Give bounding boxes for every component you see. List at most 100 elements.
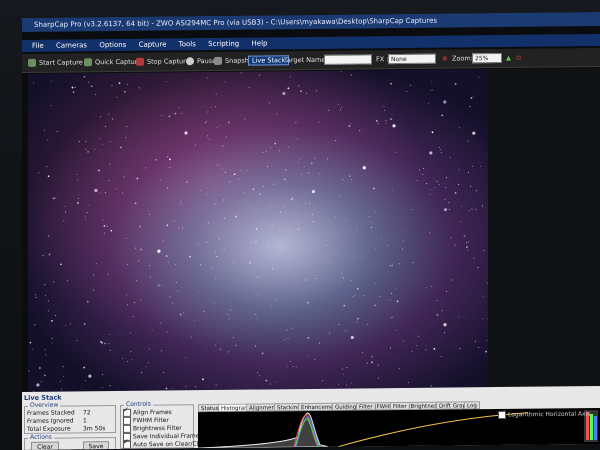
star xyxy=(256,318,258,320)
star xyxy=(207,111,209,113)
target-name-label: Target Name : xyxy=(284,55,330,65)
crosshair-icon[interactable]: ⊗ xyxy=(442,50,447,68)
star xyxy=(350,279,352,281)
star xyxy=(401,248,403,250)
star xyxy=(157,249,161,253)
star xyxy=(378,377,380,379)
star xyxy=(111,118,113,120)
menu-file[interactable]: File xyxy=(32,42,44,50)
star xyxy=(207,135,209,137)
star xyxy=(398,368,400,370)
star xyxy=(95,263,97,265)
star xyxy=(214,344,216,346)
star xyxy=(235,344,237,346)
star xyxy=(402,231,404,233)
star xyxy=(366,323,368,325)
star xyxy=(122,192,124,194)
star xyxy=(197,290,199,292)
star xyxy=(429,151,433,155)
star xyxy=(475,208,477,210)
star xyxy=(441,152,443,154)
menu-capture[interactable]: Capture xyxy=(139,40,167,48)
star xyxy=(234,215,237,218)
star xyxy=(149,265,151,267)
camera-icon xyxy=(214,56,222,65)
star xyxy=(108,343,110,345)
star xyxy=(42,255,44,257)
stop-capture-button[interactable]: Stop Capture xyxy=(136,52,190,71)
star xyxy=(175,264,177,266)
star xyxy=(383,105,385,107)
menu-tools[interactable]: Tools xyxy=(179,40,196,48)
star xyxy=(339,282,341,284)
star xyxy=(203,310,205,312)
star xyxy=(398,263,400,265)
menu-cameras[interactable]: Cameras xyxy=(56,41,87,49)
menu-options[interactable]: Options xyxy=(99,41,126,49)
star xyxy=(425,349,427,351)
star xyxy=(239,170,241,172)
star xyxy=(286,329,288,331)
camera-preview-image[interactable] xyxy=(28,69,488,392)
star xyxy=(473,257,475,259)
star xyxy=(46,166,48,168)
target-name-input[interactable] xyxy=(324,54,372,65)
star xyxy=(148,348,150,350)
star xyxy=(140,299,142,301)
star xyxy=(371,361,373,364)
star xyxy=(325,244,327,246)
star xyxy=(90,85,93,88)
star xyxy=(448,202,450,204)
star xyxy=(299,158,301,160)
frames-stacked-value: 72 xyxy=(83,409,91,417)
star xyxy=(464,235,466,237)
fx-select[interactable]: None xyxy=(388,53,436,65)
star xyxy=(348,175,351,178)
star xyxy=(63,375,65,377)
star xyxy=(173,220,175,222)
star xyxy=(261,352,264,355)
start-capture-button[interactable]: Start Capture xyxy=(28,53,83,72)
star xyxy=(443,208,448,212)
star xyxy=(463,234,465,236)
fwhm-filter-label: FWHM Filter xyxy=(133,416,169,425)
frames-stacked-label: Frames Stacked xyxy=(27,409,75,417)
star xyxy=(51,319,53,322)
star xyxy=(448,209,450,211)
fx-label: FX : xyxy=(376,55,389,64)
star xyxy=(428,102,429,104)
magnifier-icon[interactable]: ⊙ xyxy=(516,49,521,67)
auto-save-checkbox[interactable]: Auto Save on Clear/Close xyxy=(123,440,209,449)
histogram-area[interactable]: Logarithmic Horizontal Axis xyxy=(198,407,600,449)
star xyxy=(225,136,227,138)
star xyxy=(482,295,484,297)
star xyxy=(316,90,318,92)
star xyxy=(109,349,111,351)
save-button[interactable]: Save xyxy=(83,441,109,450)
star xyxy=(328,109,330,111)
star xyxy=(374,304,377,307)
tab-log[interactable]: Log xyxy=(464,401,480,410)
zoom-in-icon[interactable]: ▲ xyxy=(506,49,511,67)
star xyxy=(477,267,479,269)
star xyxy=(297,138,298,140)
quick-capture-button[interactable]: Quick Capture xyxy=(84,53,141,72)
star xyxy=(53,281,55,283)
star xyxy=(468,210,470,212)
star xyxy=(108,179,110,181)
star xyxy=(85,380,87,382)
star xyxy=(107,273,109,275)
star xyxy=(374,210,376,212)
star xyxy=(387,245,388,247)
star xyxy=(433,347,436,350)
clear-button[interactable]: Clear xyxy=(31,441,59,450)
star xyxy=(44,374,46,377)
menu-help[interactable]: Help xyxy=(252,39,268,47)
zoom-select[interactable]: 25% xyxy=(472,52,502,64)
menu-scripting[interactable]: Scripting xyxy=(208,40,239,48)
star xyxy=(295,366,297,368)
star xyxy=(267,265,269,267)
pause-button[interactable]: Pause xyxy=(186,52,216,70)
star xyxy=(350,179,352,181)
log-axis-option[interactable]: Logarithmic Horizontal Axis xyxy=(498,410,590,420)
